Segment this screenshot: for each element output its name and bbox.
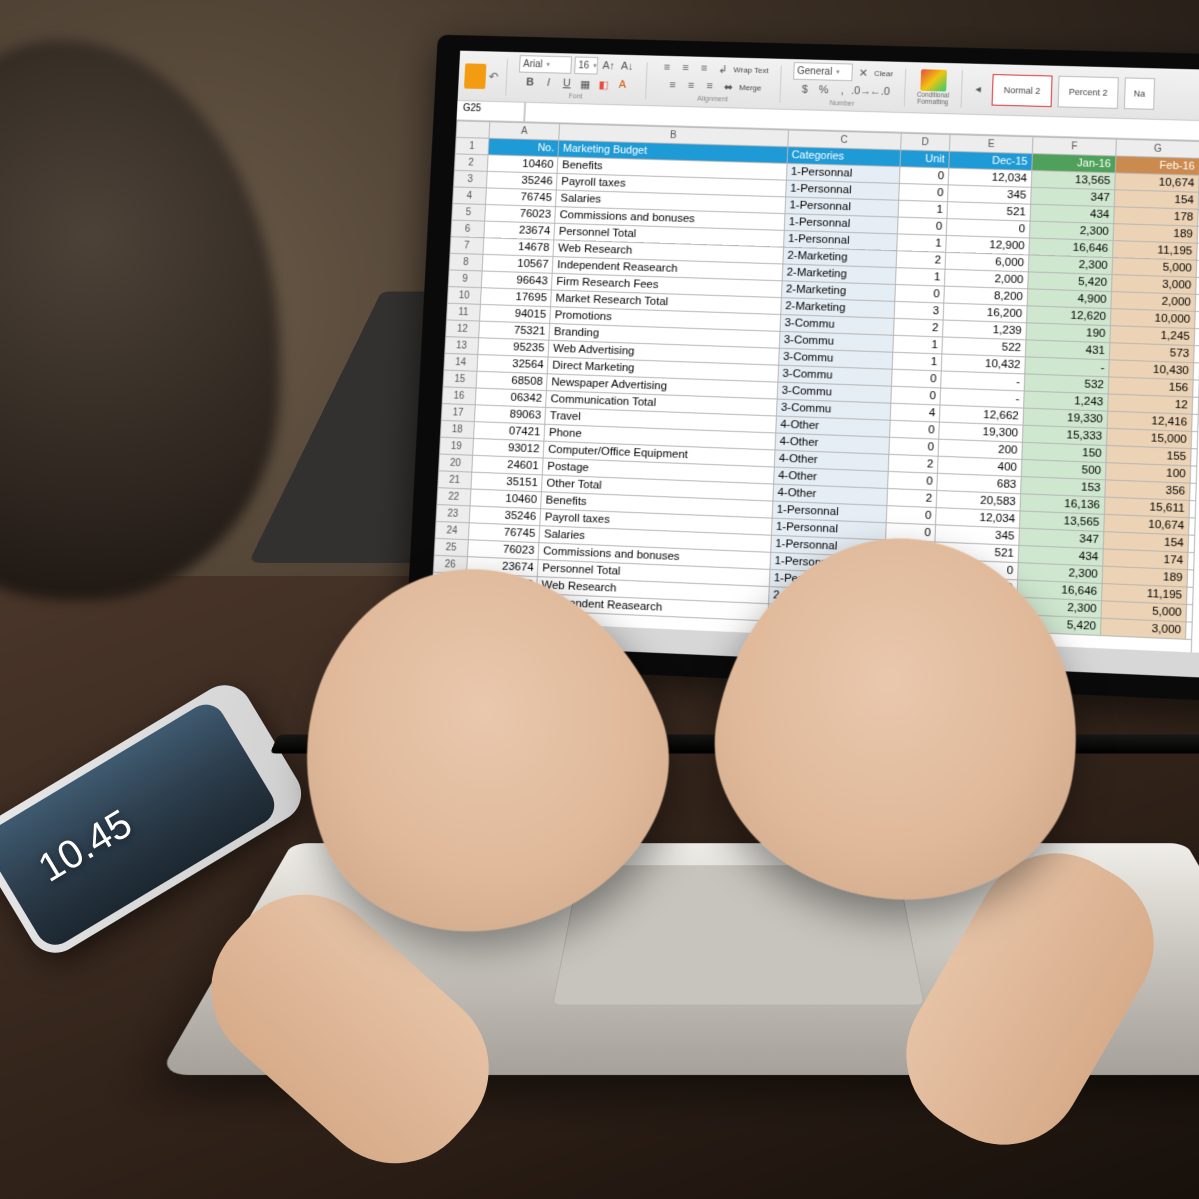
cell[interactable]: 35246: [486, 171, 557, 190]
cell[interactable]: 2: [888, 454, 938, 473]
cell[interactable]: 0: [898, 183, 948, 201]
fill-color-icon[interactable]: ◧: [596, 76, 612, 92]
dec-decimal-icon[interactable]: ←.0: [872, 84, 888, 100]
row-header[interactable]: 9: [448, 270, 482, 288]
align-right-icon[interactable]: ≡: [702, 78, 718, 94]
row-header[interactable]: 23: [436, 505, 470, 523]
cell[interactable]: 4: [890, 403, 940, 422]
number-format-select[interactable]: General: [793, 62, 853, 81]
header-unit[interactable]: Unit: [900, 150, 950, 168]
cell[interactable]: 2: [893, 318, 943, 337]
cell[interactable]: 1: [895, 268, 945, 286]
row-header[interactable]: 1: [455, 137, 488, 154]
cell[interactable]: 0: [897, 217, 947, 235]
alignment-group-label: Alignment: [697, 96, 728, 104]
font-size-select[interactable]: 16: [574, 56, 598, 74]
row-header[interactable]: 5: [452, 203, 485, 221]
row-header[interactable]: 8: [449, 253, 483, 271]
cell[interactable]: 2: [896, 251, 946, 269]
row-header[interactable]: 16: [442, 387, 476, 405]
cell[interactable]: 3: [894, 301, 944, 320]
align-center-icon[interactable]: ≡: [683, 78, 699, 94]
cell[interactable]: 0: [887, 471, 937, 490]
row-header[interactable]: 19: [440, 437, 474, 455]
col-header[interactable]: D: [900, 133, 950, 151]
font-group-label: Font: [569, 93, 583, 100]
comma-icon[interactable]: ,: [834, 83, 850, 99]
cell-style-na[interactable]: Na: [1124, 77, 1155, 109]
font-name-select[interactable]: Arial: [519, 55, 572, 74]
currency-icon[interactable]: $: [797, 82, 813, 98]
font-color-icon[interactable]: A: [614, 77, 630, 93]
cell[interactable]: 10460: [487, 155, 558, 174]
row-header[interactable]: 13: [445, 337, 479, 355]
align-top-icon[interactable]: ≡: [659, 60, 675, 76]
font-group: Arial 16 A↑ A↓ B I U ▦ ◧ A Font: [514, 54, 639, 103]
row-header[interactable]: 6: [451, 220, 485, 238]
cell[interactable]: 1: [893, 335, 943, 354]
row-header[interactable]: 20: [439, 454, 473, 472]
header-no[interactable]: No.: [488, 138, 559, 157]
row-header[interactable]: 24: [435, 521, 469, 539]
row-header[interactable]: 17: [441, 404, 475, 422]
merge-button[interactable]: ⬌: [720, 79, 736, 95]
row-header[interactable]: 4: [453, 187, 486, 205]
cell-style-percent2[interactable]: Percent 2: [1057, 75, 1118, 108]
row-header[interactable]: 22: [437, 488, 471, 506]
col-header[interactable]: A: [489, 122, 560, 141]
cell[interactable]: 2: [887, 489, 937, 508]
cell[interactable]: 1: [898, 200, 948, 218]
number-group-label: Number: [829, 100, 854, 108]
name-box[interactable]: G25: [457, 101, 526, 121]
cell[interactable]: 0: [886, 506, 936, 525]
clear-label: Clear: [874, 69, 893, 78]
row-header[interactable]: 7: [450, 237, 484, 255]
row-header[interactable]: 12: [446, 320, 480, 338]
percent-icon[interactable]: %: [815, 82, 831, 98]
style-prev-icon[interactable]: ◂: [970, 81, 987, 97]
row-header[interactable]: 14: [444, 353, 478, 371]
row-header[interactable]: 2: [454, 154, 487, 171]
undo-icon[interactable]: ↶: [488, 69, 498, 83]
alignment-group: ≡ ≡ ≡ ↲ Wrap Text ≡ ≡ ≡ ⬌ Merge Alignmen…: [654, 58, 773, 107]
cell[interactable]: 0: [889, 420, 939, 439]
cell[interactable]: 0: [899, 167, 949, 185]
italic-icon[interactable]: I: [540, 75, 556, 91]
cell[interactable]: 0: [889, 437, 939, 456]
row-header[interactable]: 25: [434, 538, 468, 556]
wrap-text-button[interactable]: ↲: [715, 61, 731, 77]
row-header[interactable]: 15: [443, 370, 477, 388]
row-header[interactable]: 18: [440, 420, 474, 438]
clear-button[interactable]: ✕: [855, 65, 871, 81]
increase-font-icon[interactable]: A↑: [600, 58, 616, 74]
row-header[interactable]: 10: [447, 287, 481, 305]
inc-decimal-icon[interactable]: .0→: [853, 83, 869, 99]
cell[interactable]: 0: [891, 369, 941, 388]
cell[interactable]: 0: [891, 386, 941, 405]
decrease-font-icon[interactable]: A↓: [619, 59, 635, 75]
align-left-icon[interactable]: ≡: [664, 77, 680, 93]
conditional-formatting-button[interactable]: Conditional Formatting: [913, 69, 954, 106]
underline-icon[interactable]: U: [559, 76, 575, 92]
wrap-text-label: Wrap Text: [733, 65, 768, 75]
cell-style-normal2[interactable]: Normal 2: [991, 74, 1052, 107]
number-group: General ✕ Clear $ % , .0→ ←.0 Number: [788, 61, 898, 110]
cell[interactable]: 1: [892, 352, 942, 371]
row-header[interactable]: 11: [447, 303, 481, 321]
col-header[interactable]: [456, 121, 489, 138]
border-icon[interactable]: ▦: [577, 76, 593, 92]
row-header[interactable]: 3: [454, 170, 487, 188]
cell[interactable]: 0: [895, 284, 945, 303]
cell[interactable]: 1: [897, 234, 947, 252]
align-mid-icon[interactable]: ≡: [677, 60, 693, 76]
bold-icon[interactable]: B: [522, 75, 538, 91]
file-icon[interactable]: [464, 63, 487, 89]
align-bot-icon[interactable]: ≡: [696, 61, 712, 77]
cell[interactable]: 3,000: [1100, 618, 1186, 639]
row-header[interactable]: 21: [438, 471, 472, 489]
merge-label: Merge: [739, 83, 762, 92]
